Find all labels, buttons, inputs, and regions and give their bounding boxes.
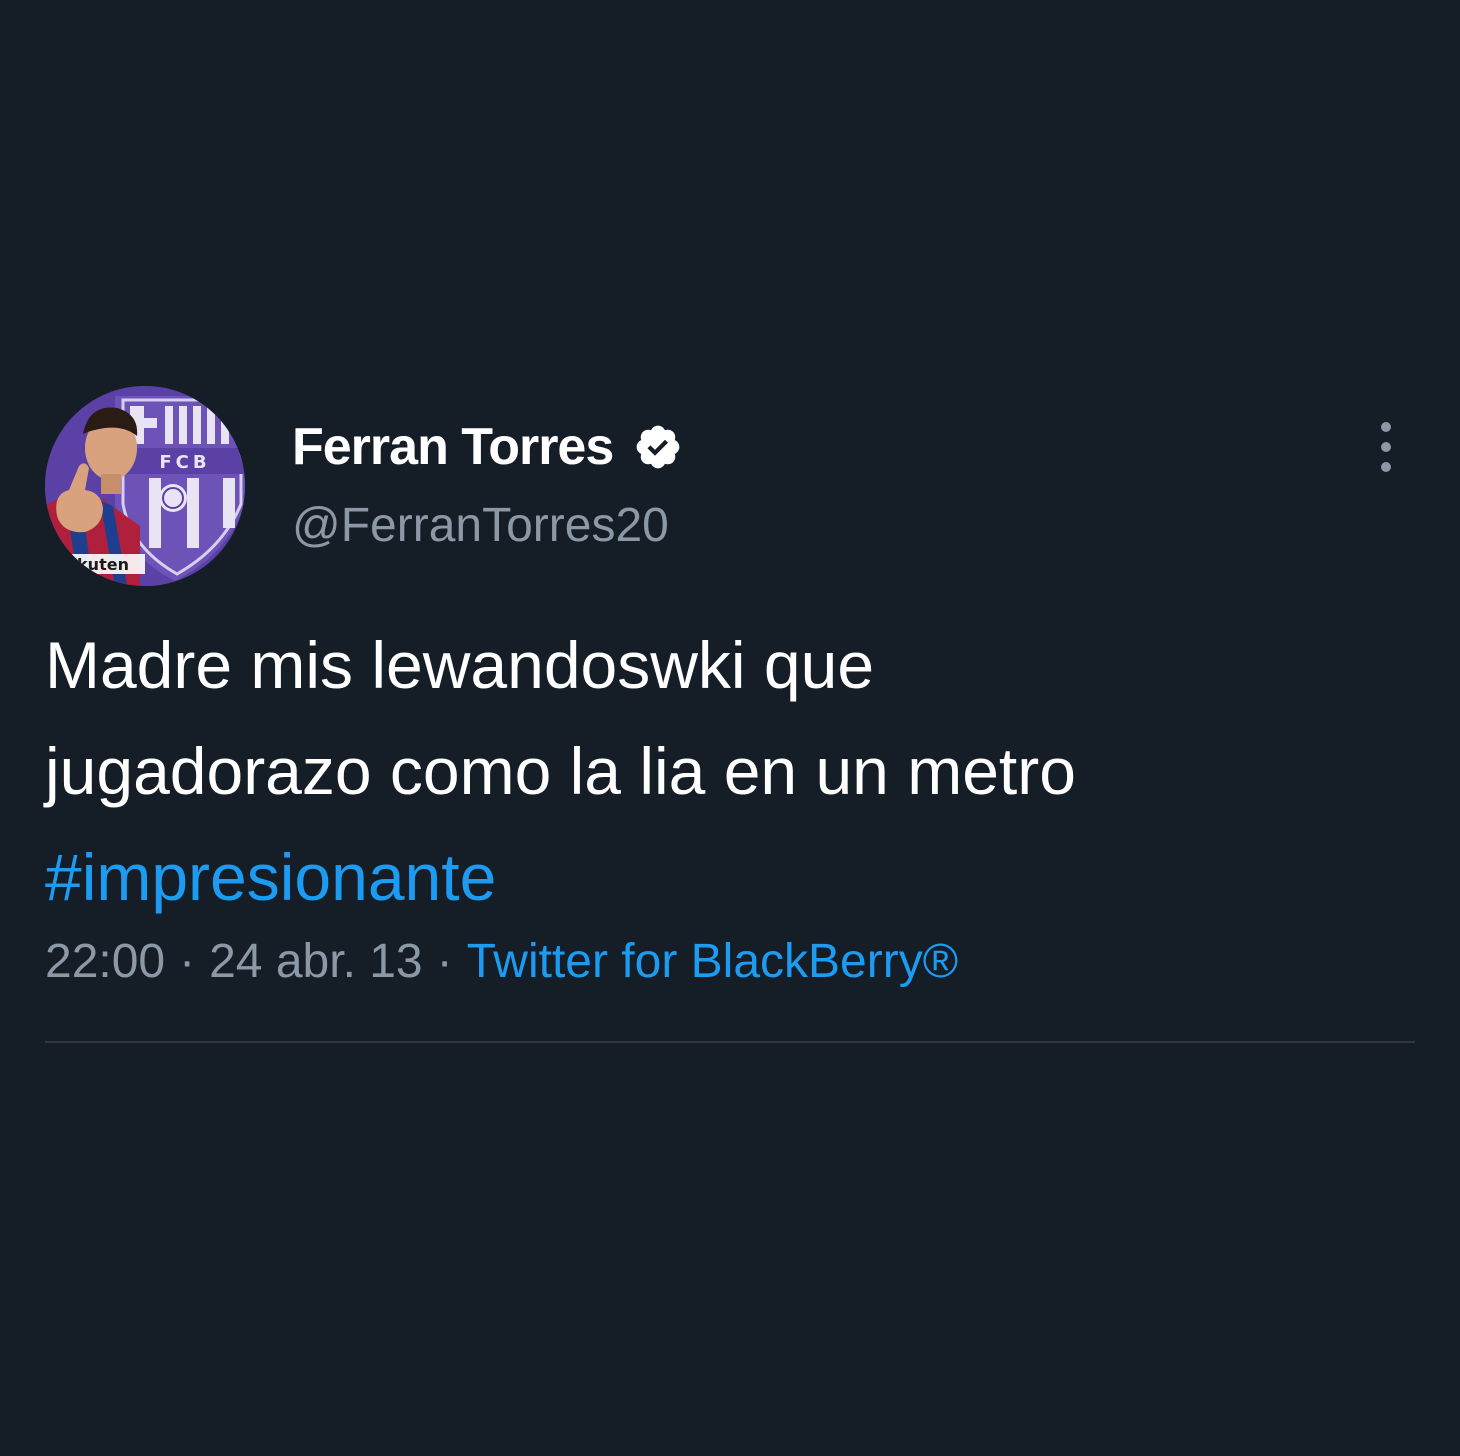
tweet-date[interactable]: 24 abr. 13 bbox=[209, 935, 423, 988]
more-dot bbox=[1381, 442, 1391, 452]
crest-text: FCB bbox=[159, 452, 210, 473]
more-options-icon[interactable] bbox=[1362, 418, 1410, 476]
display-name[interactable]: Ferran Torres bbox=[292, 417, 614, 477]
hashtag-link[interactable]: #impresionante bbox=[45, 824, 1405, 930]
tweet-meta: 22:00 · 24 abr. 13 · Twitter for BlackBerry® bbox=[45, 934, 958, 989]
meta-separator: · bbox=[436, 935, 453, 988]
more-dot bbox=[1381, 462, 1391, 472]
meta-separator: · bbox=[179, 935, 196, 988]
tweet-text: Madre mis lewandoswki que jugadorazo com… bbox=[45, 612, 1405, 930]
avatar[interactable]: FCB kuten bbox=[45, 386, 245, 586]
avatar-image: FCB kuten bbox=[45, 386, 245, 586]
tweet-time[interactable]: 22:00 bbox=[45, 935, 165, 988]
divider bbox=[45, 1041, 1415, 1043]
tweet-text-line-2: jugadorazo como la lia en un metro bbox=[45, 734, 1076, 808]
tweet-text-line-1: Madre mis lewandoswki que bbox=[45, 628, 875, 702]
user-handle[interactable]: @FerranTorres20 bbox=[292, 498, 669, 553]
shirt-text: kuten bbox=[77, 555, 129, 574]
more-dot bbox=[1381, 422, 1391, 432]
verified-badge-icon bbox=[633, 422, 683, 472]
tweet-source-link[interactable]: Twitter for BlackBerry® bbox=[467, 935, 958, 988]
tweet: FCB kuten Ferran Torres @FerranTorres20 … bbox=[0, 0, 1460, 1456]
display-name-row: Ferran Torres bbox=[292, 416, 683, 478]
